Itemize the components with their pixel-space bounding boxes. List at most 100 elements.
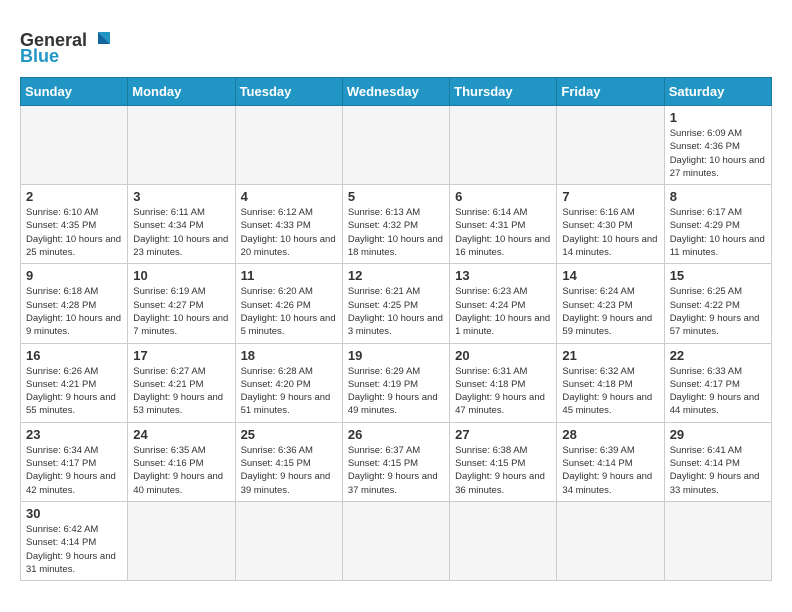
calendar-week-row: 1Sunrise: 6:09 AM Sunset: 4:36 PM Daylig… [21,106,772,185]
calendar-day-cell: 21 Sunrise: 6:32 AM Sunset: 4:18 PM Dayli… [557,343,664,422]
day-number: 3 [133,189,229,204]
calendar-day-cell: 19 Sunrise: 6:29 AM Sunset: 4:19 PM Dayli… [342,343,449,422]
calendar-day-cell [557,501,664,580]
header: General Blue [20,18,772,69]
day-info: Sunrise: 6:24 AM Sunset: 4:23 PM Dayligh… [562,285,658,338]
calendar-day-cell [450,106,557,185]
day-info: Sunrise: 6:35 AM Sunset: 4:16 PM Dayligh… [133,444,229,497]
calendar-day-cell: 6 Sunrise: 6:14 AM Sunset: 4:31 PM Daylig… [450,185,557,264]
day-number: 2 [26,189,122,204]
calendar-week-row: 30Sunrise: 6:42 AM Sunset: 4:14 PM Dayli… [21,501,772,580]
day-number: 22 [670,348,766,363]
weekday-header-sunday: Sunday [21,78,128,106]
calendar-day-cell: 12Sunrise: 6:21 AM Sunset: 4:25 PM Dayli… [342,264,449,343]
calendar-week-row: 2 Sunrise: 6:10 AM Sunset: 4:35 PM Daylig… [21,185,772,264]
day-info: Sunrise: 6:16 AM Sunset: 4:30 PM Dayligh… [562,206,658,259]
day-number: 30 [26,506,122,521]
day-number: 19 [348,348,444,363]
day-number: 12 [348,268,444,283]
calendar-day-cell: 23Sunrise: 6:34 AM Sunset: 4:17 PM Dayli… [21,422,128,501]
day-info: Sunrise: 6:28 AM Sunset: 4:20 PM Dayligh… [241,365,337,418]
calendar-day-cell [128,106,235,185]
weekday-header-wednesday: Wednesday [342,78,449,106]
day-number: 10 [133,268,229,283]
calendar-day-cell: 15 Sunrise: 6:25 AM Sunset: 4:22 PM Dayli… [664,264,771,343]
weekday-header-thursday: Thursday [450,78,557,106]
day-info: Sunrise: 6:41 AM Sunset: 4:14 PM Dayligh… [670,444,766,497]
day-number: 27 [455,427,551,442]
calendar-day-cell: 8Sunrise: 6:17 AM Sunset: 4:29 PM Daylig… [664,185,771,264]
day-info: Sunrise: 6:33 AM Sunset: 4:17 PM Dayligh… [670,365,766,418]
calendar-day-cell: 10 Sunrise: 6:19 AM Sunset: 4:27 PM Dayli… [128,264,235,343]
weekday-header-friday: Friday [557,78,664,106]
calendar-day-cell: 27 Sunrise: 6:38 AM Sunset: 4:15 PM Dayli… [450,422,557,501]
calendar-day-cell: 22 Sunrise: 6:33 AM Sunset: 4:17 PM Dayli… [664,343,771,422]
calendar-day-cell: 13 Sunrise: 6:23 AM Sunset: 4:24 PM Dayli… [450,264,557,343]
day-number: 13 [455,268,551,283]
day-info: Sunrise: 6:27 AM Sunset: 4:21 PM Dayligh… [133,365,229,418]
calendar-day-cell [450,501,557,580]
day-info: Sunrise: 6:13 AM Sunset: 4:32 PM Dayligh… [348,206,444,259]
day-info: Sunrise: 6:10 AM Sunset: 4:35 PM Dayligh… [26,206,122,259]
calendar-day-cell: 28Sunrise: 6:39 AM Sunset: 4:14 PM Dayli… [557,422,664,501]
day-info: Sunrise: 6:36 AM Sunset: 4:15 PM Dayligh… [241,444,337,497]
day-number: 21 [562,348,658,363]
calendar-day-cell [21,106,128,185]
day-number: 29 [670,427,766,442]
day-number: 28 [562,427,658,442]
day-number: 9 [26,268,122,283]
day-number: 24 [133,427,229,442]
weekday-header-tuesday: Tuesday [235,78,342,106]
weekday-header-row: SundayMondayTuesdayWednesdayThursdayFrid… [21,78,772,106]
day-info: Sunrise: 6:32 AM Sunset: 4:18 PM Dayligh… [562,365,658,418]
weekday-header-saturday: Saturday [664,78,771,106]
calendar-day-cell [342,106,449,185]
day-info: Sunrise: 6:38 AM Sunset: 4:15 PM Dayligh… [455,444,551,497]
day-number: 1 [670,110,766,125]
page: General Blue SundayMondayTuesdayWednesda… [0,0,792,601]
day-number: 6 [455,189,551,204]
day-info: Sunrise: 6:17 AM Sunset: 4:29 PM Dayligh… [670,206,766,259]
day-number: 5 [348,189,444,204]
day-info: Sunrise: 6:34 AM Sunset: 4:17 PM Dayligh… [26,444,122,497]
day-info: Sunrise: 6:19 AM Sunset: 4:27 PM Dayligh… [133,285,229,338]
calendar-day-cell [235,106,342,185]
calendar-day-cell [128,501,235,580]
calendar-week-row: 9 Sunrise: 6:18 AM Sunset: 4:28 PM Daylig… [21,264,772,343]
day-info: Sunrise: 6:31 AM Sunset: 4:18 PM Dayligh… [455,365,551,418]
calendar-day-cell: 2 Sunrise: 6:10 AM Sunset: 4:35 PM Daylig… [21,185,128,264]
day-info: Sunrise: 6:18 AM Sunset: 4:28 PM Dayligh… [26,285,122,338]
day-number: 7 [562,189,658,204]
weekday-header-monday: Monday [128,78,235,106]
day-info: Sunrise: 6:37 AM Sunset: 4:15 PM Dayligh… [348,444,444,497]
calendar-day-cell: 5 Sunrise: 6:13 AM Sunset: 4:32 PM Daylig… [342,185,449,264]
calendar-day-cell: 9 Sunrise: 6:18 AM Sunset: 4:28 PM Daylig… [21,264,128,343]
day-info: Sunrise: 6:20 AM Sunset: 4:26 PM Dayligh… [241,285,337,338]
day-number: 18 [241,348,337,363]
day-info: Sunrise: 6:14 AM Sunset: 4:31 PM Dayligh… [455,206,551,259]
calendar-day-cell: 17 Sunrise: 6:27 AM Sunset: 4:21 PM Dayli… [128,343,235,422]
day-number: 15 [670,268,766,283]
calendar-week-row: 16Sunrise: 6:26 AM Sunset: 4:21 PM Dayli… [21,343,772,422]
day-info: Sunrise: 6:23 AM Sunset: 4:24 PM Dayligh… [455,285,551,338]
calendar-day-cell [342,501,449,580]
calendar-day-cell: 26 Sunrise: 6:37 AM Sunset: 4:15 PM Dayli… [342,422,449,501]
calendar-day-cell [664,501,771,580]
day-info: Sunrise: 6:29 AM Sunset: 4:19 PM Dayligh… [348,365,444,418]
day-number: 25 [241,427,337,442]
calendar-day-cell: 30Sunrise: 6:42 AM Sunset: 4:14 PM Dayli… [21,501,128,580]
calendar-day-cell [557,106,664,185]
calendar-day-cell: 4Sunrise: 6:12 AM Sunset: 4:33 PM Daylig… [235,185,342,264]
calendar-table: SundayMondayTuesdayWednesdayThursdayFrid… [20,77,772,581]
day-number: 4 [241,189,337,204]
calendar-day-cell: 24 Sunrise: 6:35 AM Sunset: 4:16 PM Dayli… [128,422,235,501]
day-number: 26 [348,427,444,442]
calendar-day-cell: 20Sunrise: 6:31 AM Sunset: 4:18 PM Dayli… [450,343,557,422]
calendar-day-cell: 14 Sunrise: 6:24 AM Sunset: 4:23 PM Dayli… [557,264,664,343]
day-info: Sunrise: 6:25 AM Sunset: 4:22 PM Dayligh… [670,285,766,338]
logo-text: General Blue [20,24,115,69]
day-number: 14 [562,268,658,283]
svg-text:Blue: Blue [20,46,59,64]
day-number: 17 [133,348,229,363]
calendar-day-cell: 7 Sunrise: 6:16 AM Sunset: 4:30 PM Daylig… [557,185,664,264]
